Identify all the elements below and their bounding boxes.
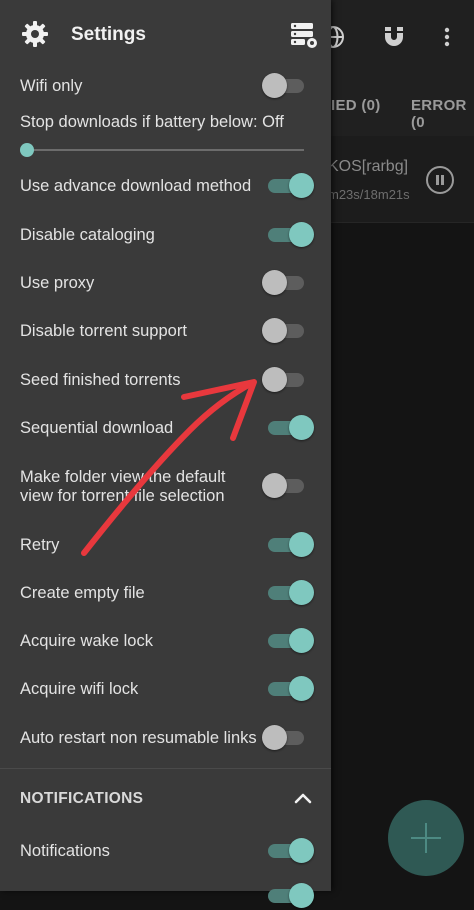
drawer-header: Settings — [0, 0, 331, 68]
retry-label: Retry — [20, 536, 60, 554]
auto-restart-toggle[interactable] — [262, 722, 308, 752]
wifi-lock-label: Acquire wifi lock — [20, 680, 139, 698]
disable-torrent-toggle[interactable] — [262, 315, 308, 345]
use-proxy-toggle[interactable] — [262, 267, 308, 297]
add-fab-button[interactable] — [388, 800, 464, 876]
sequential-download-label: Sequential download — [20, 419, 174, 437]
chevron-up-icon[interactable] — [292, 788, 314, 810]
create-empty-file-toggle[interactable] — [262, 577, 314, 607]
server-settings-icon[interactable] — [289, 20, 319, 50]
battery-threshold-slider[interactable] — [20, 142, 304, 158]
folder-view-label-line1: Make folder view the default — [20, 468, 226, 486]
seed-finished-toggle[interactable] — [262, 364, 308, 394]
folder-view-toggle[interactable] — [262, 470, 308, 500]
pause-icon[interactable] — [426, 166, 454, 194]
use-proxy-label: Use proxy — [20, 274, 95, 292]
wifi-only-label: Wifi only — [20, 77, 83, 95]
sequential-download-toggle[interactable] — [262, 412, 314, 442]
battery-threshold-label: Stop downloads if battery below: Off — [20, 113, 284, 131]
notifications-label: Notifications — [20, 842, 110, 860]
settings-drawer: Settings Wifi only Stop downloads if bat… — [0, 0, 331, 908]
download-title: KOS[rarbg] — [328, 158, 409, 175]
notifications-section-title[interactable]: NOTIFICATIONS — [20, 790, 143, 808]
auto-restart-label: Auto restart non resumable links — [20, 729, 257, 747]
create-empty-file-label: Create empty file — [20, 584, 145, 602]
wake-lock-toggle[interactable] — [262, 625, 314, 655]
advance-download-label: Use advance download method — [20, 177, 252, 195]
wifi-lock-toggle[interactable] — [262, 673, 314, 703]
tab-failed[interactable]: IED (0) — [331, 97, 381, 114]
more-vert-icon[interactable] — [434, 24, 460, 50]
disable-cataloging-label: Disable cataloging — [20, 226, 155, 244]
advance-download-toggle[interactable] — [262, 170, 314, 200]
folder-view-label-line2: view for torrent file selection — [20, 487, 225, 505]
notifications-toggle[interactable] — [262, 835, 314, 865]
gear-icon — [22, 21, 48, 47]
wake-lock-label: Acquire wake lock — [20, 632, 153, 650]
tab-error[interactable]: ERROR (0 — [411, 97, 474, 131]
disable-cataloging-toggle[interactable] — [262, 219, 314, 249]
slider-thumb[interactable] — [20, 143, 34, 157]
seed-finished-label: Seed finished torrents — [20, 371, 181, 389]
download-time: m23s/18m21s — [328, 187, 410, 202]
section-divider — [0, 768, 331, 769]
wifi-only-toggle[interactable] — [262, 70, 308, 100]
drawer-title: Settings — [71, 24, 146, 45]
magnet-icon[interactable] — [381, 24, 407, 50]
retry-toggle[interactable] — [262, 529, 314, 559]
disable-torrent-label: Disable torrent support — [20, 322, 187, 340]
next-setting-toggle[interactable] — [262, 880, 314, 910]
